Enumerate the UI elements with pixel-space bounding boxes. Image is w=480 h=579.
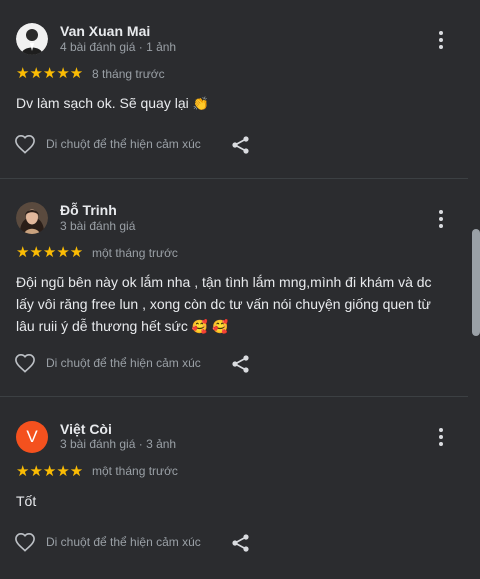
share-icon [232,136,249,154]
react-label: Di chuột để thể hiện cảm xúc [46,535,201,549]
reviewer-avatar[interactable] [16,202,48,234]
review-time: 8 tháng trước [92,67,165,81]
reviewer-name[interactable]: Việt Còi [60,421,112,437]
review-text: Tốt [16,493,37,509]
review-card: Van Xuan Mai 4 bài đánh giá · 1 ảnh ★★★★… [0,0,468,178]
review-text: Dv làm sạch ok. Sẽ quay lại 👏 [16,92,446,116]
share-button[interactable] [231,354,251,374]
reviewer-meta: 3 bài đánh giá · 3 ảnh [60,437,177,451]
smiling-hearts-emoji: 🥰 🥰 [191,320,229,335]
reviewer-meta: 3 bài đánh giá [60,219,136,233]
heart-outline-icon [15,532,35,552]
share-icon [232,355,249,373]
heart-outline-icon [15,134,35,154]
review-text-body: Dv làm sạch ok. Sẽ quay lại [16,95,189,111]
review-time: một tháng trước [92,464,178,478]
star-rating: ★★★★★ [16,243,84,261]
react-button[interactable]: Di chuột để thể hiện cảm xúc [14,133,201,155]
reviewer-name[interactable]: Đỗ Trinh [60,202,117,218]
reviewer-meta: 4 bài đánh giá · 1 ảnh [60,40,177,54]
reviewer-avatar[interactable]: V [16,421,48,453]
react-button[interactable]: Di chuột để thể hiện cảm xúc [14,352,201,374]
more-vert-icon [439,31,443,35]
review-card: V Việt Còi 3 bài đánh giá · 3 ảnh ★★★★★ … [0,397,468,579]
react-button[interactable]: Di chuột để thể hiện cảm xúc [14,531,201,553]
star-rating: ★★★★★ [16,64,84,82]
scrollbar-thumb[interactable] [472,229,480,336]
heart-outline-icon [15,353,35,373]
more-options-button[interactable] [432,208,450,230]
reviewer-name[interactable]: Van Xuan Mai [60,23,150,39]
more-options-button[interactable] [432,426,450,448]
star-rating: ★★★★★ [16,462,84,480]
reviewer-avatar[interactable] [16,23,48,55]
share-button[interactable] [231,533,251,553]
share-button[interactable] [231,135,251,155]
react-label: Di chuột để thể hiện cảm xúc [46,356,201,370]
clapping-emoji: 👏 [192,97,209,112]
review-text: Đội ngũ bên này ok lắm nha , tận tình lắ… [16,271,446,339]
react-label: Di chuột để thể hiện cảm xúc [46,137,201,151]
more-options-button[interactable] [432,29,450,51]
share-icon [232,534,249,552]
more-vert-icon [439,428,443,432]
review-card: Đỗ Trinh 3 bài đánh giá ★★★★★ một tháng … [0,179,468,396]
review-time: một tháng trước [92,246,178,260]
more-vert-icon [439,210,443,214]
